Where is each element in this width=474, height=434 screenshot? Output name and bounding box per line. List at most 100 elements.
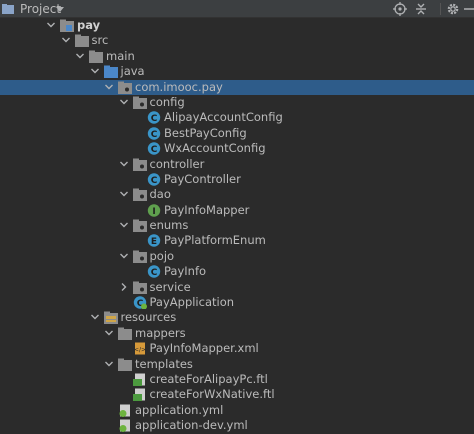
tree-node-label: config — [149, 94, 185, 109]
interface-icon: I — [147, 203, 161, 216]
resources-folder-icon — [103, 311, 118, 325]
svg-text:C: C — [151, 114, 158, 124]
tree-node[interactable]: controller — [0, 157, 474, 172]
spring-app-icon: C — [133, 296, 147, 310]
tree-node[interactable]: mappers — [0, 326, 474, 341]
chevron-down-icon[interactable] — [104, 359, 114, 369]
yml-file-icon — [119, 404, 130, 417]
package-icon — [132, 250, 147, 263]
locate-icon[interactable] — [393, 2, 407, 16]
tree-node[interactable]: templates — [0, 357, 474, 372]
class-icon: C — [147, 142, 161, 155]
tree-node-label: resources — [120, 310, 177, 325]
tree-node[interactable]: pojo — [0, 249, 474, 264]
class-icon: C — [147, 111, 161, 124]
tree-node[interactable]: com.imooc.pay — [0, 79, 474, 95]
svg-text:E: E — [151, 237, 157, 247]
chevron-down-icon[interactable] — [104, 82, 114, 92]
tree-node[interactable]: </> PayInfoMapper.xml — [0, 341, 474, 356]
chevron-down-icon[interactable] — [61, 35, 71, 45]
minimize-icon[interactable] — [462, 2, 474, 16]
folder-icon — [118, 358, 132, 371]
chevron-down-icon[interactable] — [119, 189, 129, 199]
chevron-down-icon[interactable] — [104, 328, 114, 338]
tree-node-label: application.yml — [135, 402, 224, 417]
chevron-down-icon[interactable] — [46, 20, 56, 30]
tree-node-label: pay — [77, 18, 101, 32]
tree-node-label: java — [120, 64, 145, 79]
source-folder-icon — [103, 65, 118, 79]
project-view-selector[interactable]: Project — [20, 2, 61, 16]
package-icon — [132, 158, 147, 171]
project-toolbar: Project — [0, 0, 474, 18]
tree-node-label: application-dev.yml — [135, 418, 248, 433]
folder-icon — [74, 34, 89, 48]
tree-node[interactable]: C WxAccountConfig — [0, 141, 474, 156]
tree-node-label: com.imooc.pay — [135, 79, 223, 94]
tree-node[interactable]: createForAlipayPc.ftl — [0, 372, 474, 387]
chevron-down-icon[interactable] — [75, 51, 85, 61]
chevron-down-icon[interactable] — [90, 312, 100, 322]
tree-node-label: enums — [149, 218, 189, 233]
class-icon: C — [147, 173, 161, 186]
module-folder-icon — [60, 19, 74, 32]
svg-text:</>: </> — [133, 347, 145, 354]
chevron-down-icon[interactable] — [90, 66, 100, 76]
project-tree[interactable]: pay src main java com.imooc.pay config C Alipay… — [0, 18, 474, 434]
tree-node[interactable]: C BestPayConfig — [0, 126, 474, 141]
tree-node-label: BestPayConfig — [164, 125, 247, 140]
ftl-file-icon — [132, 388, 145, 402]
settings-icon[interactable] — [446, 2, 460, 16]
tree-node[interactable]: createForWxNative.ftl — [0, 387, 474, 402]
package-icon — [132, 96, 147, 109]
chevron-down-icon[interactable] — [119, 97, 129, 107]
tree-node[interactable]: service — [0, 280, 474, 295]
tree-node[interactable]: java — [0, 64, 474, 79]
package-icon — [118, 81, 132, 94]
tree-node[interactable]: main — [0, 49, 474, 64]
folder-icon — [89, 50, 103, 63]
tree-node-label: AlipayAccountConfig — [164, 110, 283, 125]
svg-text:C: C — [151, 176, 158, 186]
collapse-all-icon[interactable] — [414, 2, 428, 16]
tree-node[interactable]: C PayController — [0, 172, 474, 187]
yml-file-icon — [119, 419, 130, 433]
tree-node[interactable]: application.yml — [0, 403, 474, 418]
chevron-down-icon[interactable] — [56, 7, 64, 12]
ftl-file-icon — [132, 373, 145, 386]
tree-node[interactable]: application-dev.yml — [0, 418, 474, 433]
tree-node-label: PayApplication — [149, 295, 235, 310]
tree-node-label: controller — [149, 156, 205, 171]
tree-node[interactable]: I PayInfoMapper — [0, 203, 474, 218]
svg-text:C: C — [151, 145, 158, 155]
tree-node[interactable]: src — [0, 33, 474, 48]
tree-node-label: WxAccountConfig — [164, 141, 266, 156]
tree-node[interactable]: C PayInfo — [0, 264, 474, 279]
tree-node[interactable]: C AlipayAccountConfig — [0, 110, 474, 125]
tree-node-label: PayPlatformEnum — [164, 233, 266, 248]
toolbar-separator — [440, 3, 441, 15]
chevron-down-icon[interactable] — [119, 220, 129, 230]
chevron-down-icon[interactable] — [119, 251, 129, 261]
tree-node[interactable]: E PayPlatformEnum — [0, 233, 474, 248]
xml-file-icon: </> — [133, 342, 146, 355]
tree-node-label: PayInfo — [164, 264, 207, 279]
tree-node[interactable]: pay — [0, 18, 474, 33]
chevron-down-icon[interactable] — [119, 159, 129, 169]
chevron-right-icon[interactable] — [119, 282, 129, 292]
project-tool-window: Project pay src main java com.imooc.pay confi… — [0, 0, 474, 434]
tree-node-label: templates — [135, 356, 193, 371]
class-icon: C — [147, 265, 161, 278]
tree-node[interactable]: dao — [0, 187, 474, 202]
tree-node[interactable]: resources — [0, 310, 474, 325]
tree-node-label: PayInfoMapper — [164, 202, 250, 217]
class-icon: C — [147, 127, 161, 140]
tree-node[interactable]: config — [0, 95, 474, 110]
tree-node[interactable]: enums — [0, 218, 474, 233]
package-icon — [132, 188, 147, 202]
tree-node-label: PayController — [164, 171, 241, 186]
tree-node-label: createForAlipayPc.ftl — [149, 371, 268, 386]
folder-icon — [118, 327, 132, 340]
svg-text:I: I — [152, 206, 155, 216]
tree-node[interactable]: C PayApplication — [0, 295, 474, 310]
